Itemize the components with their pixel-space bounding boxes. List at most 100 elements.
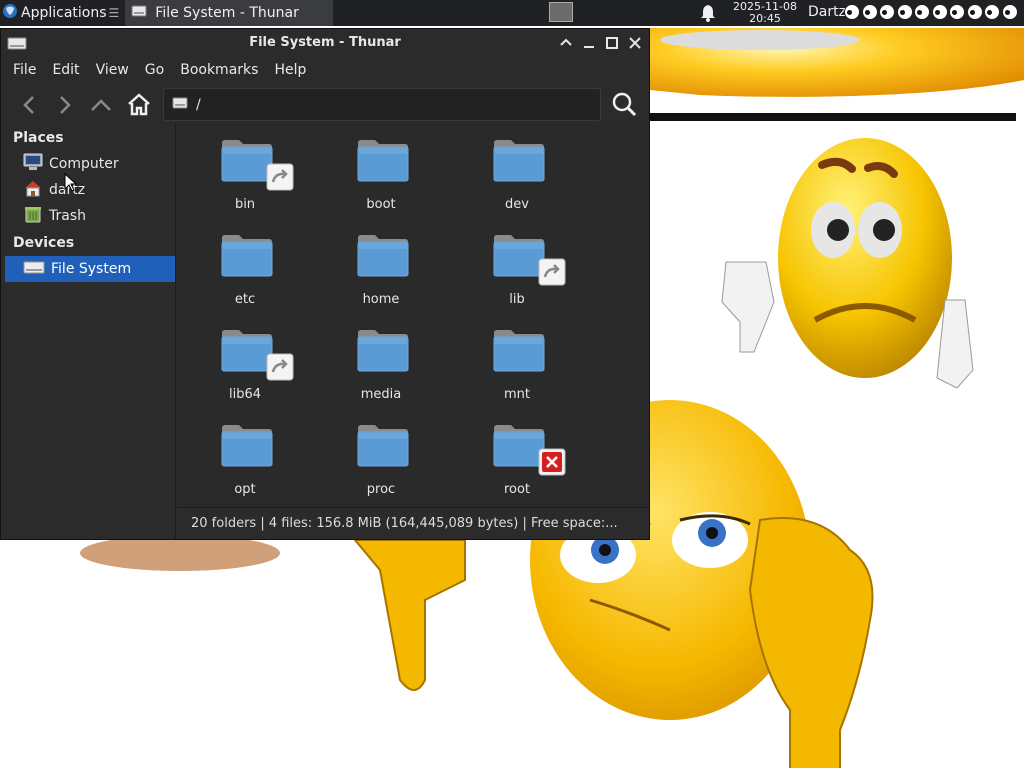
xeyes-plugin [844, 4, 1019, 20]
applications-label: Applications [21, 5, 107, 21]
folder-name: lib [509, 292, 525, 307]
window-body: Places Computer dartz Trash Devices File… [1, 123, 649, 539]
folder-opt[interactable]: opt [195, 408, 295, 503]
sidebar-item-computer[interactable]: Computer [5, 151, 175, 177]
computer-icon [23, 153, 43, 175]
folder-dev[interactable]: dev [467, 123, 567, 218]
folder-icon [356, 230, 410, 284]
folder-media[interactable]: media [331, 313, 431, 408]
eye-icon [914, 4, 930, 20]
window-titlebar[interactable]: File System - Thunar [1, 29, 649, 57]
devices-heading: Devices [13, 235, 75, 251]
parent-folder-button[interactable] [87, 91, 115, 119]
folder-name: media [360, 387, 402, 402]
window-title: File System - Thunar [249, 35, 401, 50]
folder-mnt[interactable]: mnt [467, 313, 567, 408]
folder-name: bin [234, 197, 256, 212]
drive-icon [23, 259, 45, 279]
menu-bookmarks[interactable]: Bookmarks [172, 62, 266, 78]
folder-bin[interactable]: bin [195, 123, 295, 218]
search-button[interactable] [609, 89, 639, 119]
user-name[interactable]: Dartz [808, 4, 846, 20]
window-maximize-button[interactable] [602, 33, 622, 53]
forward-button[interactable] [51, 91, 79, 119]
folder-name: etc [234, 292, 256, 307]
folder-icon [492, 135, 546, 189]
eye-icon [1001, 4, 1018, 20]
window-close-button[interactable] [625, 33, 645, 53]
folder-icon [492, 325, 546, 379]
location-bar[interactable]: / [163, 88, 601, 121]
location-path: / [196, 96, 201, 113]
menu-file[interactable]: File [5, 62, 44, 78]
folder-name: boot [366, 197, 396, 212]
folder-root[interactable]: root [467, 408, 567, 503]
menu-help[interactable]: Help [266, 62, 314, 78]
symlink-emblem-icon [266, 163, 294, 195]
folder-name: lib64 [228, 387, 262, 402]
eye-icon [984, 4, 1000, 20]
trash-icon [23, 205, 43, 227]
eye-icon [861, 4, 878, 20]
window-minimize-button[interactable] [579, 33, 599, 53]
menu-separator-icon: ☰ [108, 6, 120, 20]
symlink-emblem-icon [538, 258, 566, 290]
taskbar-thunar-label: File System - Thunar [155, 5, 299, 21]
folder-icon [220, 230, 274, 284]
status-bar: 20 folders | 4 files: 156.8 MiB (164,445… [177, 507, 649, 539]
back-button[interactable] [15, 91, 43, 119]
sidebar-item-home[interactable]: dartz [5, 177, 175, 203]
folder-lib64[interactable]: lib64 [195, 313, 295, 408]
eye-icon [879, 4, 895, 20]
thunar-window: File System - Thunar File Edit View Go B… [0, 28, 650, 540]
taskbar-thunar-button[interactable]: File System - Thunar [125, 0, 334, 26]
menu-edit[interactable]: Edit [44, 62, 87, 78]
folder-name: proc [366, 482, 396, 497]
sidebar-item-file-system[interactable]: File System [5, 256, 175, 282]
sidebar-item-label: Trash [49, 208, 86, 224]
eye-icon [966, 4, 983, 20]
workspace-pager[interactable] [549, 2, 573, 22]
sidebar-item-label: File System [51, 261, 132, 277]
folder-boot[interactable]: boot [331, 123, 431, 218]
notification-bell-icon[interactable] [700, 4, 716, 26]
menu-view[interactable]: View [88, 62, 137, 78]
side-pane: Places Computer dartz Trash Devices File… [1, 123, 176, 539]
home-button[interactable] [125, 91, 153, 119]
file-view: bin boot dev etc home lib lib64 media mnt opt proc… [177, 123, 649, 507]
top-panel: Applications ☰ File System - Thunar 2025… [0, 0, 1024, 26]
eye-icon [949, 4, 965, 20]
clock[interactable]: 2025-11-08 20:45 [732, 1, 798, 25]
eye-icon [896, 4, 913, 20]
folder-name: mnt [504, 387, 530, 402]
eye-icon [931, 4, 948, 20]
folder-name: root [503, 482, 531, 497]
folder-icon [220, 420, 274, 474]
symlink-emblem-icon [266, 353, 294, 385]
menu-go[interactable]: Go [137, 62, 172, 78]
folder-etc[interactable]: etc [195, 218, 295, 313]
folder-home[interactable]: home [331, 218, 431, 313]
drive-icon [131, 4, 147, 22]
xfce-logo-icon [2, 3, 18, 23]
no-access-emblem-icon [538, 448, 566, 480]
sidebar-item-label: Computer [49, 156, 119, 172]
home-icon [23, 179, 43, 201]
mouse-pointer-icon [64, 172, 78, 197]
menu-bar: File Edit View Go Bookmarks Help [1, 57, 649, 83]
folder-icon [356, 420, 410, 474]
clock-time: 20:45 [749, 12, 781, 25]
eye-icon [844, 4, 860, 20]
folder-icon [356, 135, 410, 189]
applications-menu-button[interactable]: Applications ☰ [0, 0, 123, 26]
window-shade-button[interactable] [556, 33, 576, 53]
drive-icon [172, 97, 188, 113]
folder-name: dev [505, 197, 529, 212]
folder-name: home [362, 292, 400, 307]
folder-lib[interactable]: lib [467, 218, 567, 313]
sidebar-item-trash[interactable]: Trash [5, 203, 175, 229]
folder-icon [356, 325, 410, 379]
folder-proc[interactable]: proc [331, 408, 431, 503]
folder-name: opt [234, 482, 256, 497]
places-heading: Places [13, 130, 64, 146]
